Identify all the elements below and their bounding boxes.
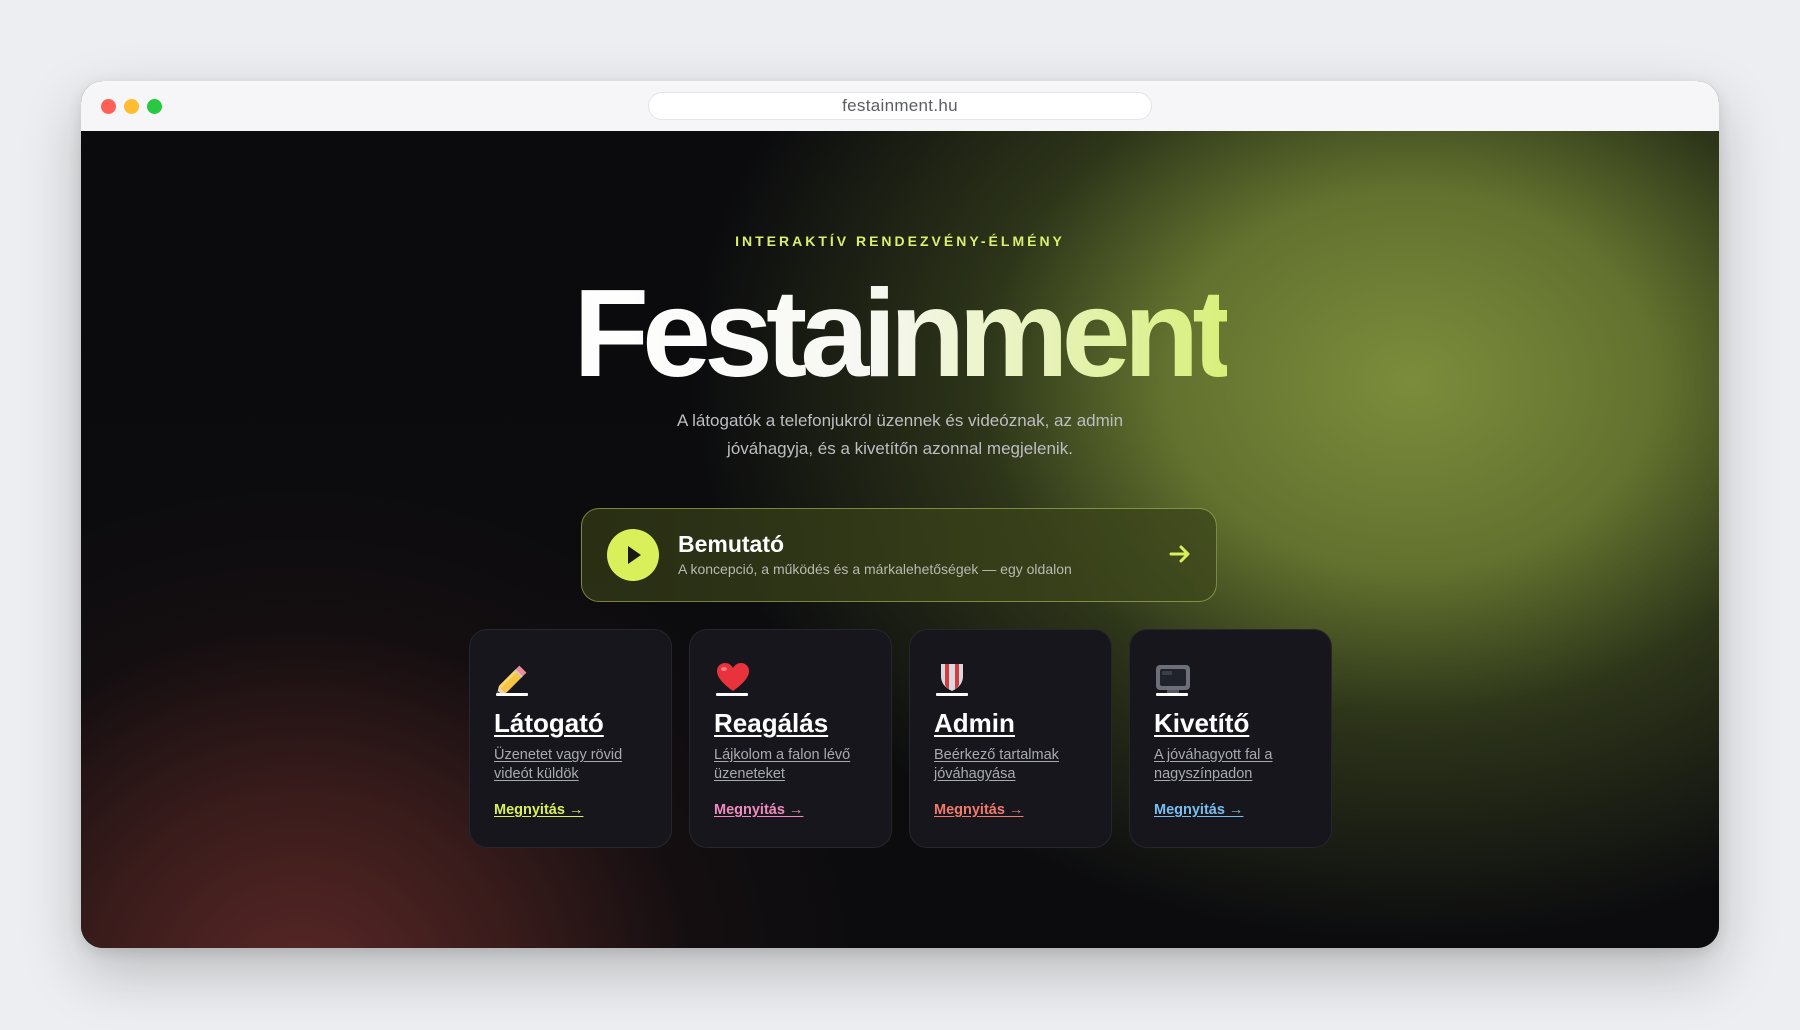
- maximize-window-button[interactable]: [147, 99, 162, 114]
- card-latogato[interactable]: Látogató Üzenetet vagy rövid videót küld…: [469, 629, 672, 848]
- card-open-link[interactable]: Megnyitás →: [494, 802, 583, 818]
- card-description: A jóváhagyott fal a nagyszínpadon: [1154, 747, 1273, 782]
- arrow-right-icon: [1168, 542, 1192, 571]
- card-title: Reagálás: [714, 708, 829, 738]
- demo-subtitle: A koncepció, a működés és a márkalehetős…: [678, 561, 1072, 577]
- page-viewport: INTERAKTÍV RENDEZVÉNY-ÉLMÉNY Festainment…: [81, 131, 1719, 948]
- card-reagalas[interactable]: Reagálás Lájkolom a falon lévő üzeneteke…: [689, 629, 892, 848]
- hero-title-text: Festainment: [573, 265, 1233, 403]
- card-title: Admin: [934, 708, 1015, 738]
- card-description: Beérkező tartalmak jóváhagyása: [934, 747, 1059, 782]
- card-title: Kivetítő: [1154, 708, 1250, 738]
- card-admin[interactable]: Admin Beérkező tartalmak jóváhagyása Meg…: [909, 629, 1112, 848]
- demo-button[interactable]: Bemutató A koncepció, a működés és a már…: [581, 508, 1217, 602]
- card-open-link[interactable]: Megnyitás →: [1154, 802, 1243, 818]
- hero-subtitle: A látogatók a telefonjukról üzennek és v…: [676, 411, 1124, 458]
- browser-window: festainment.hu INTERAKTÍV RENDEZVÉNY-ÉLM…: [81, 81, 1719, 948]
- hero-eyebrow: INTERAKTÍV RENDEZVÉNY-ÉLMÉNY: [735, 233, 1065, 249]
- card-description: Üzenetet vagy rövid videót küldök: [494, 747, 623, 782]
- card-title: Látogató: [494, 708, 604, 738]
- close-window-button[interactable]: [101, 99, 116, 114]
- play-icon: [607, 529, 659, 581]
- card-kivetito[interactable]: Kivetítő A jóváhagyott fal a nagyszínpad…: [1129, 629, 1332, 848]
- hero-title: Festainment: [81, 259, 1719, 409]
- minimize-window-button[interactable]: [124, 99, 139, 114]
- pencil-icon: [494, 660, 532, 698]
- card-description: Lájkolom a falon lévő üzeneteket: [714, 747, 851, 782]
- tv-icon: [1154, 660, 1192, 698]
- heart-icon: [714, 660, 752, 698]
- demo-title: Bemutató: [678, 531, 785, 557]
- shield-icon: [934, 660, 972, 698]
- card-open-link[interactable]: Megnyitás →: [934, 802, 1023, 818]
- browser-titlebar: festainment.hu: [81, 81, 1719, 132]
- address-bar[interactable]: festainment.hu: [648, 92, 1152, 120]
- card-open-link[interactable]: Megnyitás →: [714, 802, 803, 818]
